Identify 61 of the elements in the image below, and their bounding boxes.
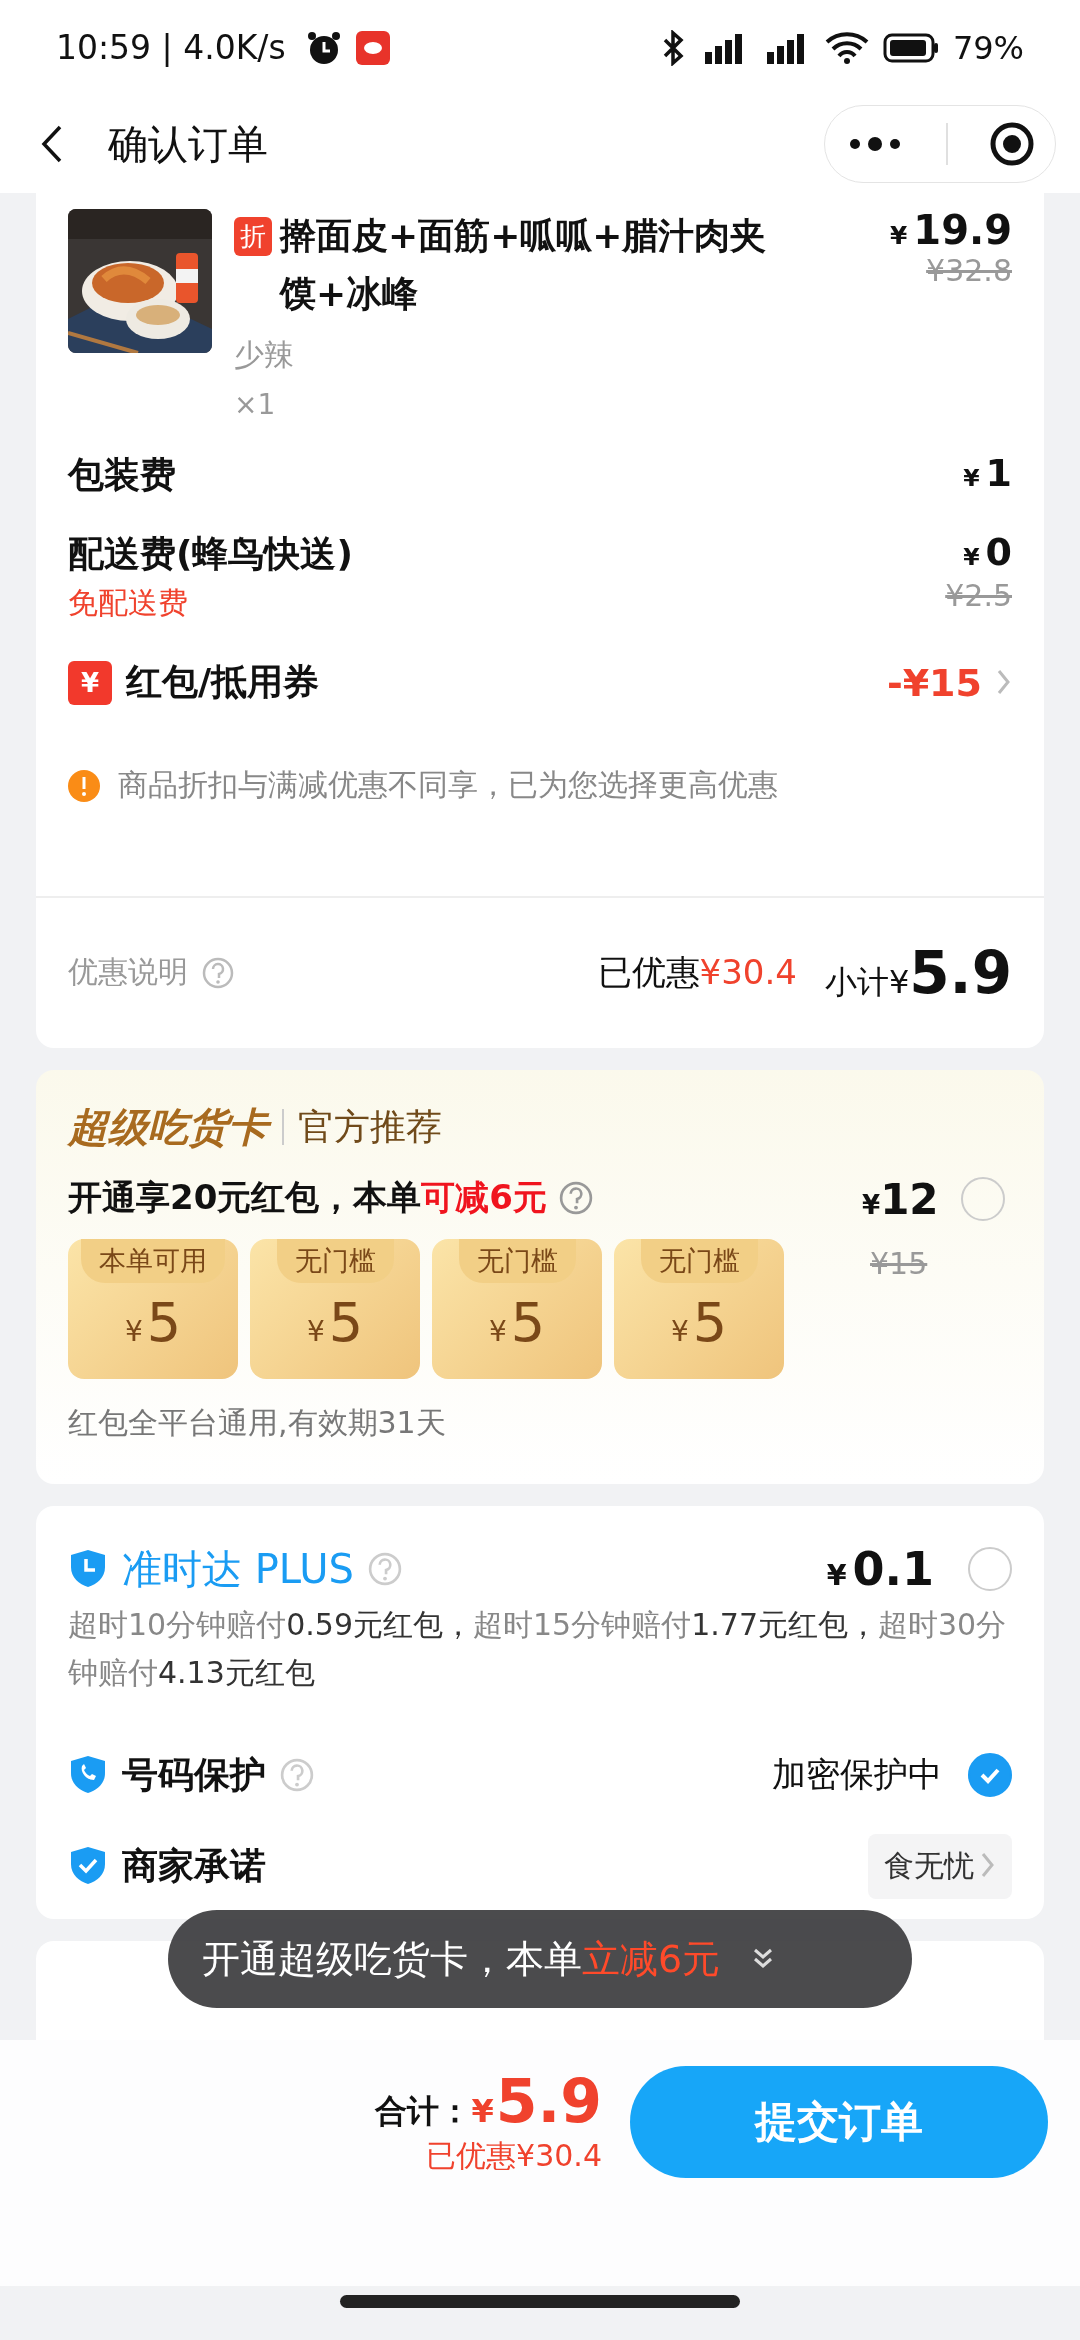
voucher-coupon: 无门槛 ¥5	[432, 1238, 602, 1379]
membership-offer: 开通享20元红包，本单可减6元	[68, 1175, 547, 1219]
discount-badge: 折	[234, 217, 272, 256]
chevron-right-icon	[996, 668, 1012, 697]
product-spec: 少辣	[234, 336, 295, 374]
ontime-description: 超时10分钟赔付0.59元红包，超时15分钟赔付1.77元红包，超时30分钟赔付4.13元红包	[68, 1605, 1008, 1692]
select-radio[interactable]	[968, 1547, 1012, 1591]
ontime-title: 准时达 PLUS	[122, 1544, 354, 1594]
product-price: ¥19.9	[890, 207, 1012, 253]
page-title: 确认订单	[108, 119, 268, 169]
membership-footnote: 红包全平台通用,有效期31天	[68, 1403, 447, 1442]
help-icon	[367, 1552, 402, 1586]
app-notification-icon	[355, 30, 390, 65]
ontime-price: ¥0.1	[826, 1542, 934, 1596]
fee-note: 免配送费	[68, 584, 189, 622]
help-icon	[280, 1758, 314, 1792]
fee-amount: ¥1	[963, 451, 1012, 495]
submit-order-button[interactable]: 提交订单	[630, 2066, 1048, 2178]
fee-label: 包装费	[68, 453, 176, 497]
promo-toast[interactable]: 开通超级吃货卡，本单立减6元	[168, 1910, 912, 2008]
privacy-label: 号码保护	[122, 1752, 266, 1797]
product-name: 擀面皮+面筋+呱呱+腊汁肉夹馍+冰峰	[280, 214, 768, 316]
help-icon	[202, 956, 234, 989]
status-time: 10:59 | 4.0K/s	[56, 28, 286, 67]
membership-tag: 官方推荐	[298, 1102, 442, 1152]
original-price: ¥15	[870, 1245, 928, 1281]
original-fee: ¥2.5	[945, 578, 1012, 613]
notice-text: 商品折扣与满减优惠不同享，已为您选择更高优惠	[118, 766, 778, 804]
total-label: 合计：	[375, 2091, 472, 2132]
discount-total: 已优惠¥30.4	[597, 950, 797, 994]
subtotal: 小计¥5.9	[824, 938, 1012, 1007]
membership-price: ¥12	[862, 1174, 939, 1224]
voucher-coupon: 本单可用 ¥5	[68, 1238, 238, 1379]
voucher-coupon: 无门槛 ¥5	[614, 1238, 784, 1379]
coupon-discount[interactable]: -¥15	[886, 660, 982, 705]
shield-check-icon	[68, 1845, 108, 1887]
shield-phone-icon	[68, 1754, 108, 1796]
voucher-coupon: 无门槛 ¥5	[250, 1238, 420, 1379]
shield-clock-icon	[68, 1548, 108, 1590]
coupon-icon: ¥	[68, 660, 112, 705]
merchant-promise-button[interactable]: 食无忧	[868, 1833, 1012, 1899]
total-price: ¥5.9	[471, 2066, 602, 2136]
discount-info-link[interactable]: 优惠说明	[68, 952, 188, 993]
battery-icon	[882, 31, 939, 64]
fee-label: 配送费(蜂鸟快送)	[68, 532, 353, 576]
original-price: ¥32.8	[926, 253, 1012, 288]
fee-amount: ¥0	[963, 530, 1012, 574]
privacy-checkbox[interactable]	[968, 1753, 1012, 1797]
close-button[interactable]	[988, 121, 1035, 167]
select-radio[interactable]	[960, 1177, 1005, 1221]
merchant-label: 商家承诺	[122, 1843, 266, 1888]
privacy-status: 加密保护中	[772, 1753, 942, 1796]
chevron-right-icon	[980, 1852, 996, 1880]
wifi-icon	[824, 29, 869, 66]
warning-icon	[68, 769, 100, 802]
product-quantity: ×1	[234, 388, 277, 421]
coupon-label: 红包/抵用券	[126, 660, 320, 704]
total-discount: 已优惠¥30.4	[426, 2137, 602, 2175]
battery-level: 79%	[952, 28, 1024, 67]
help-icon	[559, 1180, 593, 1215]
alarm-clock-icon	[305, 29, 342, 66]
